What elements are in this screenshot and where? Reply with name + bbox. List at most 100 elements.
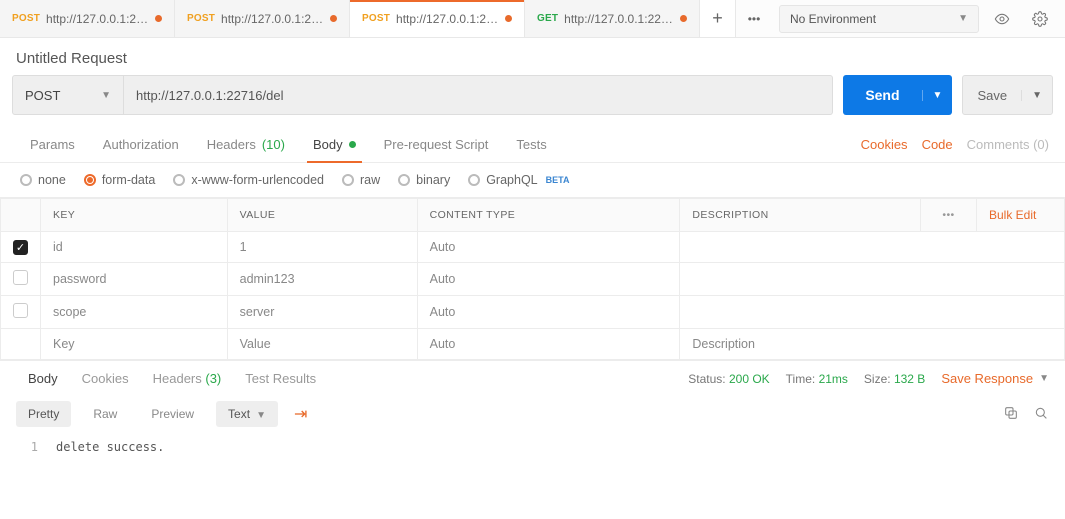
- save-button-label: Save: [963, 88, 1021, 103]
- col-ctype: CONTENT TYPE: [417, 199, 680, 232]
- unsaved-dot-icon: [155, 15, 162, 22]
- bodytype-raw[interactable]: raw: [342, 173, 380, 187]
- cookies-link[interactable]: Cookies: [861, 137, 908, 152]
- chevron-down-icon: ▼: [1039, 373, 1049, 384]
- view-preview[interactable]: Preview: [139, 401, 206, 427]
- settings-button[interactable]: [1025, 5, 1055, 33]
- new-tab-button[interactable]: +: [700, 0, 736, 37]
- formdata-table: KEY VALUE CONTENT TYPE DESCRIPTION ••• B…: [0, 198, 1065, 360]
- search-response-icon[interactable]: [1033, 405, 1049, 424]
- save-dropdown[interactable]: ▼: [1021, 90, 1052, 101]
- save-response-button[interactable]: Save Response▼: [941, 371, 1049, 386]
- resp-tab-cookies[interactable]: Cookies: [70, 371, 141, 386]
- resp-status: 200 OK: [729, 372, 770, 386]
- request-tab[interactable]: POST http://127.0.0.1:227…: [0, 0, 175, 37]
- wrap-lines-icon[interactable]: ⇥: [288, 400, 313, 428]
- environment-quicklook-button[interactable]: [987, 5, 1017, 33]
- cell-desc[interactable]: [680, 263, 1065, 296]
- bodytype-formdata[interactable]: form-data: [84, 173, 156, 187]
- send-dropdown[interactable]: ▼: [922, 90, 953, 101]
- chevron-down-icon: ▼: [958, 13, 968, 24]
- cell-value[interactable]: 1: [227, 232, 417, 263]
- cell-ctype-ph[interactable]: Auto: [417, 329, 680, 360]
- cell-desc[interactable]: [680, 232, 1065, 263]
- method-selector[interactable]: POST ▼: [12, 75, 124, 115]
- col-desc: DESCRIPTION: [680, 199, 921, 232]
- method-selector-label: POST: [25, 88, 60, 103]
- tab-label: http://127.0.0.1:227…: [46, 12, 149, 26]
- tab-label: http://127.0.0.1:22271…: [564, 12, 674, 26]
- table-row-new[interactable]: Key Value Auto Description: [1, 329, 1065, 360]
- response-body[interactable]: 1 delete success.: [0, 434, 1065, 468]
- send-button[interactable]: Send ▼: [843, 75, 952, 115]
- request-title[interactable]: Untitled Request: [0, 38, 1065, 75]
- cell-ctype[interactable]: Auto: [417, 263, 680, 296]
- unsaved-dot-icon: [505, 15, 512, 22]
- cell-desc-ph[interactable]: Description: [680, 329, 1065, 360]
- save-button[interactable]: Save ▼: [962, 75, 1053, 115]
- bodytype-none[interactable]: none: [20, 173, 66, 187]
- view-pretty[interactable]: Pretty: [16, 401, 71, 427]
- row-checkbox[interactable]: [13, 303, 28, 318]
- col-check: [1, 199, 41, 232]
- request-tab[interactable]: POST http://127.0.0.1:227…: [175, 0, 350, 37]
- tab-method: GET: [537, 13, 558, 24]
- tab-method: POST: [12, 13, 40, 24]
- tab-authorization[interactable]: Authorization: [89, 127, 193, 162]
- cell-desc[interactable]: [680, 296, 1065, 329]
- chevron-down-icon: ▼: [101, 90, 111, 101]
- body-changed-dot: [349, 141, 356, 148]
- tab-prerequest[interactable]: Pre-request Script: [370, 127, 503, 162]
- table-row[interactable]: ✓ id 1 Auto: [1, 232, 1065, 263]
- url-input[interactable]: [124, 75, 833, 115]
- cell-key[interactable]: scope: [41, 296, 228, 329]
- tab-headers[interactable]: Headers (10): [193, 127, 299, 162]
- cell-value[interactable]: server: [227, 296, 417, 329]
- view-type-select[interactable]: Text▼: [216, 401, 278, 427]
- copy-response-icon[interactable]: [1003, 405, 1019, 424]
- resp-time: 21ms: [819, 372, 848, 386]
- unsaved-dot-icon: [680, 15, 687, 22]
- request-tab[interactable]: POST http://127.0.0.1:227…: [350, 0, 525, 37]
- bulk-edit-link[interactable]: Bulk Edit: [977, 199, 1065, 232]
- code-link[interactable]: Code: [922, 137, 953, 152]
- bodytype-xwww[interactable]: x-www-form-urlencoded: [173, 173, 324, 187]
- cell-ctype[interactable]: Auto: [417, 296, 680, 329]
- row-checkbox[interactable]: [13, 270, 28, 285]
- col-actions[interactable]: •••: [921, 199, 977, 232]
- view-raw[interactable]: Raw: [81, 401, 129, 427]
- tab-method: POST: [362, 13, 390, 24]
- tab-label: http://127.0.0.1:227…: [396, 12, 499, 26]
- environment-label: No Environment: [790, 12, 876, 26]
- comments-link[interactable]: Comments (0): [967, 137, 1049, 152]
- col-key: KEY: [41, 199, 228, 232]
- bodytype-graphql[interactable]: GraphQLBETA: [468, 173, 569, 187]
- send-button-label: Send: [843, 87, 921, 103]
- tabs-overflow-button[interactable]: •••: [736, 0, 772, 37]
- row-checkbox[interactable]: ✓: [13, 240, 28, 255]
- environment-selector[interactable]: No Environment ▼: [779, 5, 979, 33]
- resp-tab-body[interactable]: Body: [16, 371, 70, 386]
- resp-tab-tests[interactable]: Test Results: [233, 371, 328, 386]
- table-row[interactable]: password admin123 Auto: [1, 263, 1065, 296]
- response-text: delete success.: [56, 440, 164, 454]
- request-tab[interactable]: GET http://127.0.0.1:22271…: [525, 0, 700, 37]
- bodytype-binary[interactable]: binary: [398, 173, 450, 187]
- col-value: VALUE: [227, 199, 417, 232]
- tab-label: http://127.0.0.1:227…: [221, 12, 324, 26]
- cell-key[interactable]: id: [41, 232, 228, 263]
- cell-value-ph[interactable]: Value: [227, 329, 417, 360]
- tab-method: POST: [187, 13, 215, 24]
- line-number: 1: [16, 440, 56, 454]
- table-row[interactable]: scope server Auto: [1, 296, 1065, 329]
- cell-ctype[interactable]: Auto: [417, 232, 680, 263]
- resp-size: 132 B: [894, 372, 925, 386]
- resp-tab-headers[interactable]: Headers (3): [141, 371, 234, 386]
- tab-body[interactable]: Body: [299, 127, 370, 162]
- cell-value[interactable]: admin123: [227, 263, 417, 296]
- unsaved-dot-icon: [330, 15, 337, 22]
- tab-params[interactable]: Params: [16, 127, 89, 162]
- tab-tests[interactable]: Tests: [502, 127, 560, 162]
- cell-key[interactable]: password: [41, 263, 228, 296]
- cell-key-ph[interactable]: Key: [41, 329, 228, 360]
